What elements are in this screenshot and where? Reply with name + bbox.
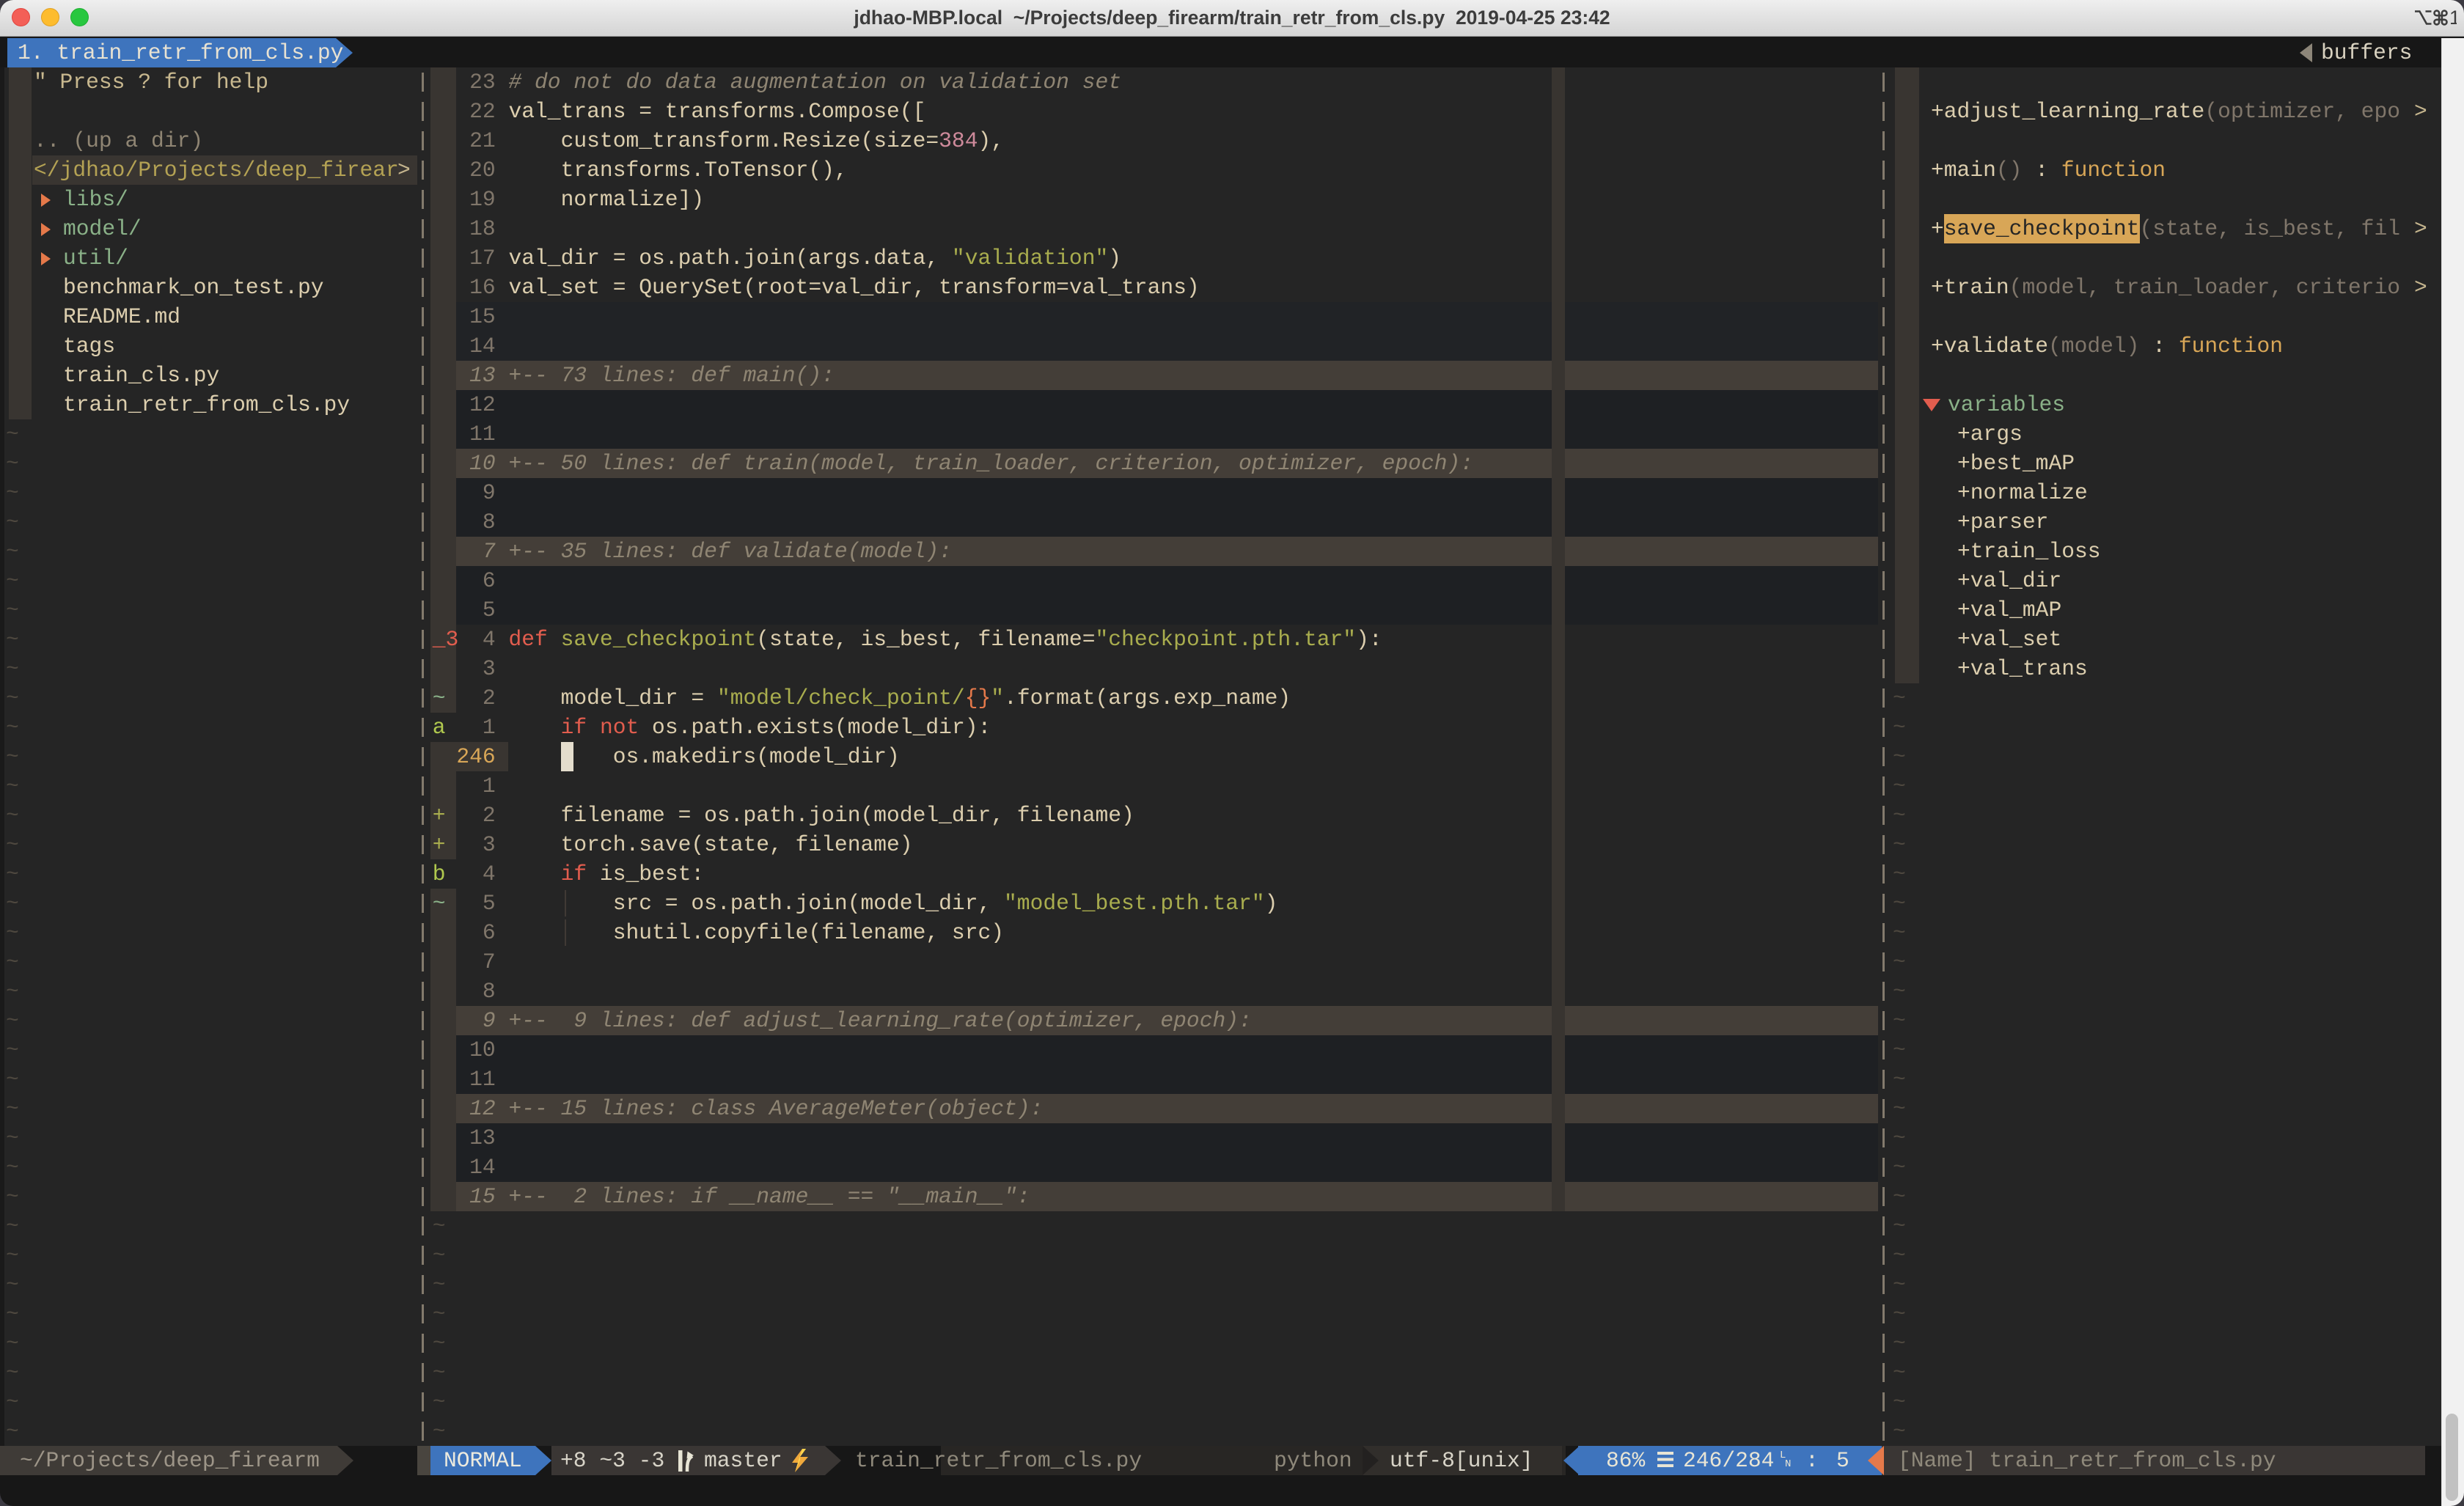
svg-text:1: 1 bbox=[2449, 9, 2457, 26]
